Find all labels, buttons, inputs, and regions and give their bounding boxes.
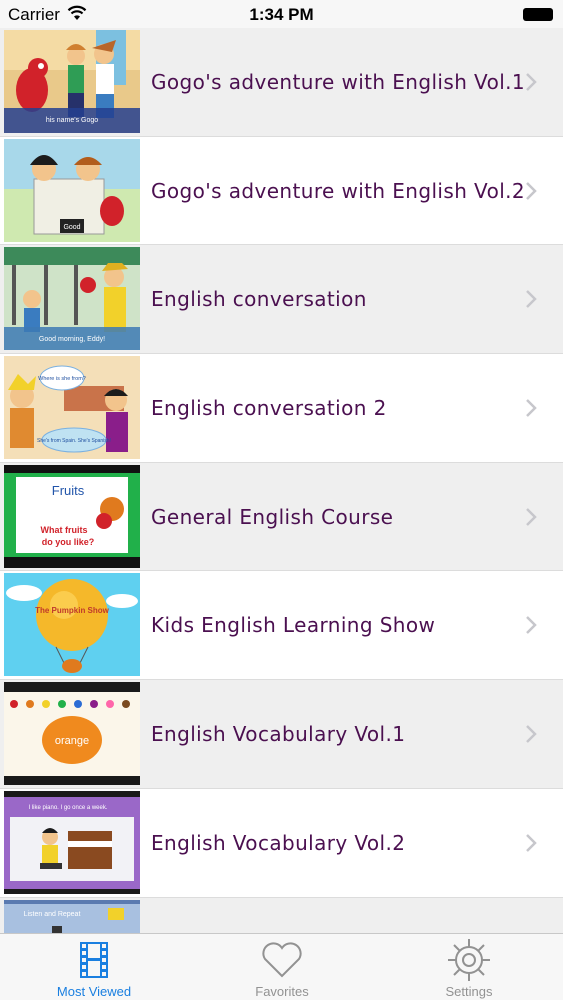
tab-label: Settings bbox=[445, 984, 493, 999]
list-item[interactable]: Listen and Repeat bbox=[0, 897, 563, 933]
tab-bar: Most Viewed Favorites Settings bbox=[0, 933, 563, 1000]
item-title: English Vocabulary Vol.2 bbox=[151, 830, 406, 855]
list-item[interactable]: Where is she from? She's from Spain. She… bbox=[0, 354, 563, 463]
thumbnail-caption: Where is she from? bbox=[38, 376, 86, 382]
thumbnail-caption: I like piano. I go once a week. bbox=[28, 805, 107, 811]
chevron-right-icon bbox=[526, 616, 537, 635]
gear-icon bbox=[375, 938, 563, 982]
thumbnail-caption: What fruits bbox=[41, 525, 88, 535]
chevron-right-icon bbox=[526, 290, 537, 309]
list-item[interactable]: his name's Gogo Gogo's adventure with En… bbox=[0, 28, 563, 137]
tab-label: Favorites bbox=[255, 984, 309, 999]
list-item[interactable]: Good Gogo's adventure with English Vol.2 bbox=[0, 136, 563, 246]
chevron-right-icon bbox=[526, 73, 537, 91]
item-title: Gogo's adventure with English Vol.2 bbox=[151, 178, 526, 203]
item-title: Kids English Learning Show bbox=[151, 613, 436, 638]
heart-icon bbox=[188, 938, 376, 982]
status-time: 1:34 PM bbox=[249, 5, 314, 24]
thumbnail-caption: The Pumpkin Show bbox=[35, 606, 110, 615]
thumbnail-image: orange bbox=[4, 682, 140, 786]
thumbnail-caption: Listen and Repeat bbox=[24, 911, 81, 918]
list-item[interactable]: Fruits What fruits do you like? General … bbox=[0, 462, 563, 572]
tab-most-viewed[interactable]: Most Viewed bbox=[0, 934, 188, 1000]
list-item[interactable]: The Pumpkin Show Kids English Learning S… bbox=[0, 571, 563, 681]
video-list[interactable]: his name's Gogo Gogo's adventure with En… bbox=[0, 28, 563, 933]
item-title: English Vocabulary Vol.1 bbox=[151, 722, 406, 747]
thumbnail-image: Good morning, Eddy! bbox=[4, 247, 140, 351]
chevron-right-icon bbox=[526, 833, 537, 852]
list-item[interactable]: Good morning, Eddy! English conversation bbox=[0, 245, 563, 355]
film-strip-icon bbox=[0, 938, 188, 982]
thumbnail-image: I like piano. I go once a week. bbox=[4, 790, 140, 894]
item-title: English conversation 2 bbox=[151, 396, 387, 421]
thumbnail-caption: his name's Gogo bbox=[46, 117, 98, 124]
thumbnail-caption: orange bbox=[55, 735, 89, 747]
list-item[interactable]: orange English Vocabulary Vol.1 bbox=[0, 680, 563, 789]
thumbnail-caption: Good bbox=[63, 224, 80, 231]
thumbnail-image: The Pumpkin Show bbox=[4, 573, 140, 677]
item-title: English conversation bbox=[151, 287, 367, 312]
thumbnail-caption: Good morning, Eddy! bbox=[39, 336, 105, 343]
thumbnail-image: his name's Gogo bbox=[4, 30, 140, 133]
thumbnail-caption: Fruits bbox=[52, 483, 85, 498]
thumbnail-caption: She's from Spain. She's Spanish! bbox=[37, 438, 111, 444]
thumbnail-image: Where is she from? She's from Spain. She… bbox=[4, 356, 140, 460]
list-item[interactable]: I like piano. I go once a week. English … bbox=[0, 788, 563, 898]
status-bar: Carrier 1:34 PM bbox=[0, 0, 563, 28]
chevron-right-icon bbox=[526, 181, 537, 200]
chevron-right-icon bbox=[526, 725, 537, 744]
thumbnail-image: Fruits What fruits do you like? bbox=[4, 464, 140, 568]
battery-icon bbox=[523, 8, 553, 21]
tab-settings[interactable]: Settings bbox=[375, 934, 563, 1000]
item-title: Gogo's adventure with English Vol.1 bbox=[151, 70, 526, 94]
chevron-right-icon bbox=[526, 507, 537, 526]
chevron-right-icon bbox=[526, 399, 537, 417]
thumbnail-image: Listen and Repeat bbox=[4, 899, 140, 933]
item-title: General English Course bbox=[151, 504, 394, 529]
tab-favorites[interactable]: Favorites bbox=[188, 934, 376, 1000]
tab-label: Most Viewed bbox=[56, 984, 132, 999]
thumbnail-caption: do you like? bbox=[42, 537, 95, 547]
thumbnail-image: Good bbox=[4, 138, 140, 242]
